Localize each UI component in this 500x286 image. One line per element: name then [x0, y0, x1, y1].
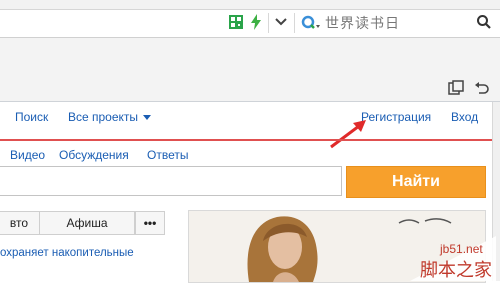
search-engine-icon[interactable]: [301, 15, 321, 31]
discussions-link[interactable]: Обсуждения: [59, 148, 129, 162]
projects-caret-icon[interactable]: [143, 115, 151, 120]
browser-toolbar-area: [0, 38, 500, 102]
login-link[interactable]: Вход: [451, 110, 478, 124]
watermark-name: 脚本之家: [420, 260, 492, 281]
browser-search-input[interactable]: 世界读书日: [325, 13, 400, 33]
tab-afisha[interactable]: Афиша: [39, 211, 135, 235]
tabs-more-button[interactable]: •••: [135, 211, 165, 235]
watermark-site: jb51.net: [439, 242, 483, 256]
nav-all-projects-link[interactable]: Все проекты: [68, 110, 138, 124]
main-search-input[interactable]: [0, 166, 342, 196]
header-divider: [0, 139, 493, 141]
top-navigation: Поиск Все проекты Регистрация Вход: [0, 102, 500, 138]
find-button[interactable]: Найти: [346, 166, 486, 198]
chevron-down-icon[interactable]: [274, 17, 288, 27]
lightning-icon[interactable]: [250, 14, 262, 30]
address-separator: [268, 13, 269, 33]
copy-page-icon[interactable]: [448, 80, 464, 96]
search-icon[interactable]: [476, 14, 492, 30]
video-link[interactable]: Видео: [10, 148, 45, 162]
address-separator-2: [294, 13, 295, 33]
register-link[interactable]: Регистрация: [361, 110, 431, 124]
news-snippet[interactable]: охраняет накопительные: [0, 247, 134, 259]
site-watermark: jb51.net 脚本之家: [400, 236, 496, 281]
nav-search-link[interactable]: Поиск: [15, 110, 48, 124]
answers-link[interactable]: Ответы: [147, 148, 188, 162]
undo-icon[interactable]: [474, 80, 490, 96]
browser-title-strip: [0, 0, 500, 10]
tab-auto[interactable]: вто: [0, 211, 40, 235]
qr-code-icon[interactable]: [229, 15, 243, 29]
annotation-arrow: [330, 120, 366, 149]
